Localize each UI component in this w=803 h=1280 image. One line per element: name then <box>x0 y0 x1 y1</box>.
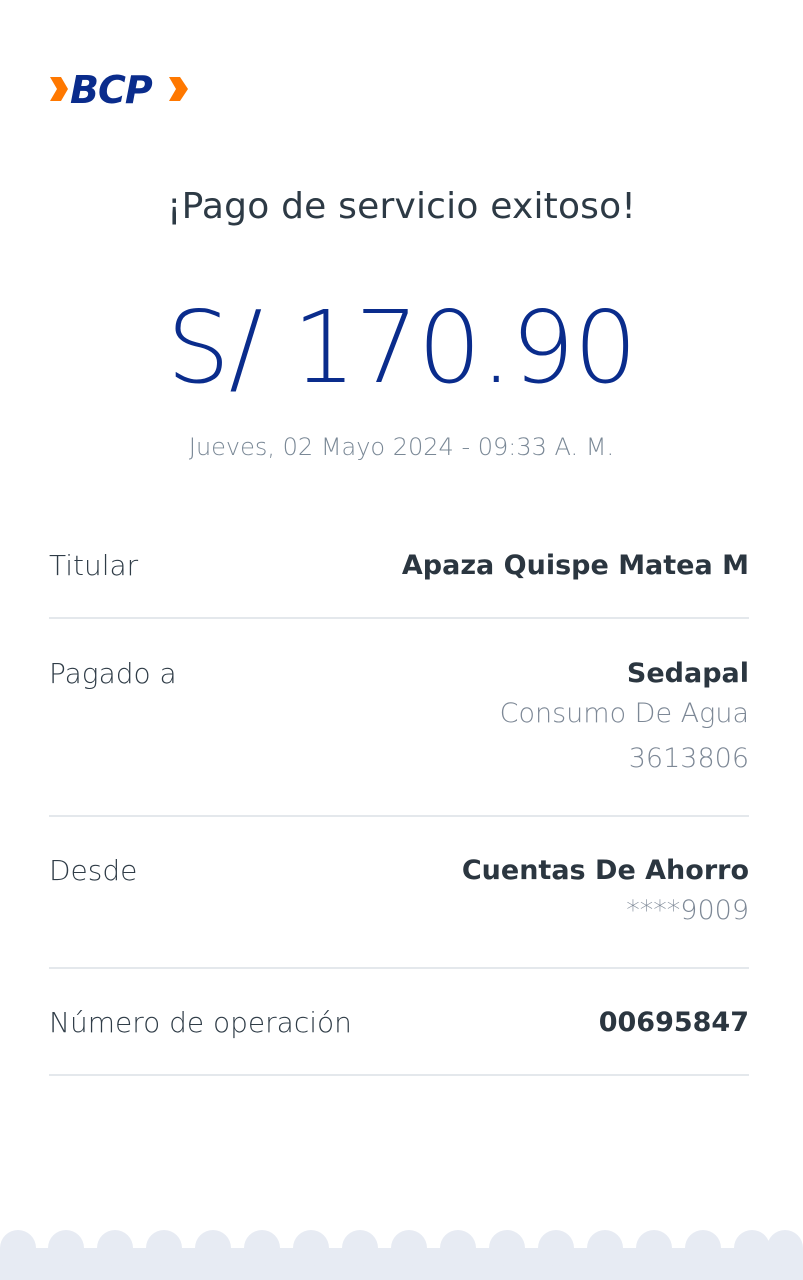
payment-amount: S/ 170.90 <box>166 289 638 406</box>
service-type: Consumo De Agua <box>499 698 749 729</box>
receipt-screen: BCP ¡Pago de servicio exitoso! S/ 170.90… <box>0 0 803 1280</box>
divider <box>49 967 749 969</box>
receipt-scalloped-edge <box>0 1230 803 1280</box>
bcp-logo: BCP <box>48 68 190 112</box>
operacion-label: Número de operación <box>49 1006 352 1039</box>
account-type: Cuentas De Ahorro <box>461 855 749 886</box>
service-code: 3613806 <box>628 743 749 774</box>
pagado-a-label: Pagado a <box>49 657 177 690</box>
operation-number: 00695847 <box>598 1007 749 1038</box>
pagado-a-value: Sedapal <box>626 658 749 689</box>
divider <box>49 617 749 619</box>
pagado-a-values: Sedapal Consumo De Agua 3613806 <box>500 657 749 781</box>
page-title: ¡Pago de servicio exitoso! <box>167 186 636 227</box>
payment-datetime: Jueves, 02 Mayo 2024 - 09:33 A. M. <box>188 433 615 461</box>
desde-values: Cuentas De Ahorro ****9009 <box>462 854 749 933</box>
divider <box>49 815 749 817</box>
account-number: ****9009 <box>626 895 749 926</box>
titular-values: Apaza Quispe Matea M <box>402 549 749 583</box>
operacion-values: 00695847 <box>599 1006 749 1040</box>
titular-value: Apaza Quispe Matea M <box>401 550 749 581</box>
svg-text:BCP: BCP <box>70 68 153 112</box>
desde-label: Desde <box>49 854 138 887</box>
titular-label: Titular <box>49 549 139 582</box>
divider <box>49 1074 749 1076</box>
